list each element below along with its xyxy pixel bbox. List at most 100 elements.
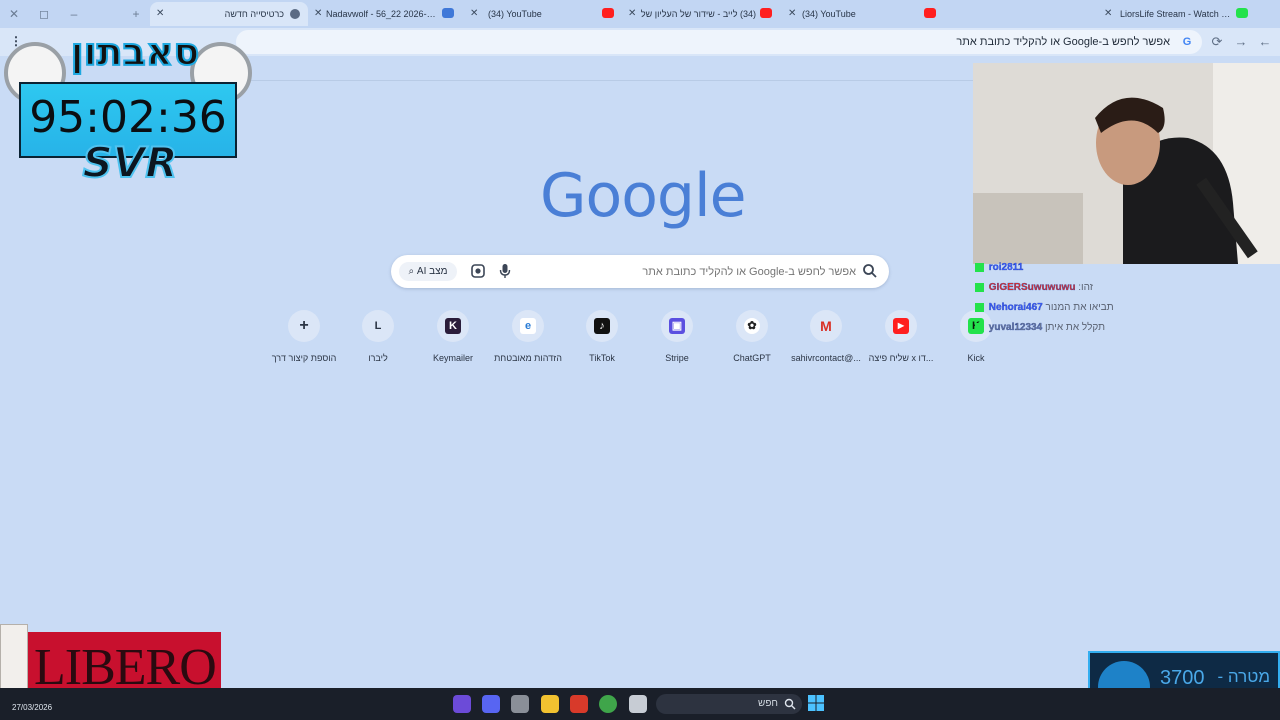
app-icon[interactable] bbox=[629, 695, 647, 713]
shortcut-label: שליח פיצה x דו... bbox=[868, 353, 934, 363]
shortcut-circle: M bbox=[810, 310, 842, 342]
windows-start-icon[interactable] bbox=[808, 695, 824, 711]
chat-message: roi2811 bbox=[975, 262, 1155, 282]
tab-youtube-live[interactable]: ✕ (34) לייב - שידור של העליון של bbox=[626, 2, 776, 26]
stream-chat: roi2811 GIGERSuwuwuwu :זהו Nehorai467 תב… bbox=[975, 262, 1155, 342]
keymailer-icon: K bbox=[445, 318, 461, 334]
shortcut-chatgpt[interactable]: ✿ ChatGPT bbox=[712, 310, 792, 370]
shortcut-circle: + bbox=[288, 310, 320, 342]
close-tab-icon[interactable]: ✕ bbox=[1104, 2, 1112, 26]
back-icon[interactable]: ← bbox=[1256, 33, 1274, 51]
shortcut-circle: ▣ bbox=[661, 310, 693, 342]
tab-youtube-1[interactable]: ✕ (34) YouTube bbox=[468, 2, 618, 26]
taskbar-search[interactable]: חפש bbox=[656, 694, 802, 714]
shortcut-label: הוספת קיצור דרך bbox=[271, 353, 337, 363]
youtube-icon bbox=[760, 8, 772, 18]
edge-icon: e bbox=[520, 318, 536, 334]
chat-text: :זהו bbox=[1078, 282, 1093, 293]
chat-text: תביאו את המנור bbox=[1045, 302, 1114, 313]
lens-icon[interactable] bbox=[470, 263, 486, 279]
shortcut-label: Keymailer bbox=[432, 353, 473, 363]
address-bar-text: אפשר לחפש ב-Google או להקליד כתובת אתר bbox=[956, 36, 1170, 48]
ai-mode-button[interactable]: מצב AI ⌕ bbox=[399, 262, 457, 281]
kick-badge-icon bbox=[975, 322, 984, 332]
app-icon[interactable] bbox=[511, 695, 529, 713]
search-input[interactable] bbox=[520, 255, 860, 288]
reload-icon[interactable]: ⟳ bbox=[1208, 33, 1226, 51]
shortcut-gmail[interactable]: M sahivrcontact@... bbox=[786, 310, 866, 370]
taskbar-date: 27/03/2026 bbox=[12, 703, 53, 712]
sparkle-search-icon: ⌕ bbox=[408, 266, 415, 277]
timer-countdown: 95:02:36 bbox=[29, 92, 227, 143]
microphone-icon[interactable] bbox=[498, 263, 512, 279]
close-tab-icon[interactable]: ✕ bbox=[314, 2, 322, 26]
tiktok-icon: ♪ bbox=[594, 318, 610, 334]
google-icon: G bbox=[1182, 36, 1192, 48]
taskbar-search-label: חפש bbox=[758, 698, 778, 709]
folder-icon[interactable] bbox=[541, 695, 559, 713]
webcam-feed bbox=[973, 63, 1280, 264]
kick-badge-icon bbox=[975, 262, 984, 272]
tab-title: Nadavwolf - 56_22 2026-03-27 bbox=[326, 9, 436, 19]
kick-badge-icon bbox=[975, 302, 984, 312]
divider bbox=[236, 80, 976, 81]
chrome-icon bbox=[290, 9, 300, 19]
shortcut-label: sahivrcontact@... bbox=[791, 353, 861, 363]
address-bar[interactable]: אפשר לחפש ב-Google או להקליד כתובת אתר G bbox=[236, 30, 1202, 54]
tab-title: LiorsLife Stream - Watch Live on bbox=[1120, 9, 1232, 19]
chatgpt-icon: ✿ bbox=[744, 318, 760, 334]
shortcut-circle: ▶ bbox=[885, 310, 917, 342]
tab-title: (34) YouTube bbox=[802, 9, 856, 19]
chat-message: GIGERSuwuwuwu :זהו bbox=[975, 282, 1155, 302]
image-icon bbox=[442, 8, 454, 18]
goal-label: מטרה - bbox=[1217, 667, 1270, 686]
libero-icon: L bbox=[374, 320, 382, 332]
youtube-icon bbox=[924, 8, 936, 18]
shortcut-stripe[interactable]: ▣ Stripe bbox=[637, 310, 717, 370]
stripe-icon: ▣ bbox=[669, 318, 685, 334]
shortcut-label: Kick bbox=[967, 353, 985, 363]
tab-liorslife[interactable]: ✕ LiorsLife Stream - Watch Live on bbox=[1102, 2, 1252, 26]
search-icon bbox=[784, 698, 796, 710]
chrome-icon[interactable] bbox=[599, 695, 617, 713]
kick-icon bbox=[1236, 8, 1248, 18]
goal-target: 3700 bbox=[1160, 667, 1205, 689]
tab-title: (34) YouTube bbox=[488, 9, 542, 19]
shortcut-pizza-video[interactable]: ▶ שליח פיצה x דו... bbox=[861, 310, 941, 370]
shortcut-libero[interactable]: L ליברו bbox=[338, 310, 418, 370]
shortcut-label: ChatGPT bbox=[733, 353, 771, 363]
youtube-icon bbox=[602, 8, 614, 18]
app-icon[interactable] bbox=[570, 695, 588, 713]
chat-text: תקלל את איתן bbox=[1044, 322, 1105, 333]
shortcut-circle: L bbox=[362, 310, 394, 342]
shortcut-tiktok[interactable]: ♪ TikTok bbox=[562, 310, 642, 370]
perfume-bottle-image bbox=[0, 624, 28, 696]
discord-icon[interactable] bbox=[482, 695, 500, 713]
search-icon bbox=[863, 264, 877, 278]
close-tab-icon[interactable]: ✕ bbox=[470, 2, 478, 26]
shortcut-label: Stripe bbox=[665, 353, 689, 363]
close-tab-icon[interactable]: ✕ bbox=[788, 2, 796, 26]
plus-icon: + bbox=[299, 317, 309, 334]
chat-username: Nehorai467 bbox=[988, 302, 1043, 313]
youtube-icon: ▶ bbox=[893, 318, 909, 334]
chat-message: Nehorai467 תביאו את המנור bbox=[975, 302, 1155, 322]
shortcut-secure-id[interactable]: e הזדהות מאובטחת bbox=[488, 310, 568, 370]
ai-mode-label: מצב AI bbox=[416, 266, 448, 277]
tab-title: (34) לייב - שידור של העליון של bbox=[640, 9, 756, 19]
forward-icon[interactable]: → bbox=[1232, 33, 1250, 51]
timer-title: סאבתון bbox=[70, 29, 201, 75]
tab-nadavwolf[interactable]: ✕ Nadavwolf - 56_22 2026-03-27 bbox=[312, 2, 460, 26]
kick-badge-icon bbox=[975, 282, 984, 292]
shortcut-label: TikTok bbox=[589, 353, 615, 363]
tab-youtube-2[interactable]: ✕ (34) YouTube bbox=[786, 2, 940, 26]
chat-message: yuval12334 תקלל את איתן bbox=[975, 322, 1155, 342]
app-icon[interactable] bbox=[453, 695, 471, 713]
webcam-image bbox=[973, 63, 1280, 264]
shortcut-keymailer[interactable]: K Keymailer bbox=[413, 310, 493, 370]
subathon-timer-overlay: סאבתון 95:02:36 SVR bbox=[0, 0, 256, 188]
chat-username: roi2811 bbox=[988, 262, 1024, 273]
shortcut-add[interactable]: + הוספת קיצור דרך bbox=[264, 310, 344, 370]
chat-username: yuval12334 bbox=[988, 322, 1043, 333]
shortcut-label: ליברו bbox=[368, 353, 388, 363]
